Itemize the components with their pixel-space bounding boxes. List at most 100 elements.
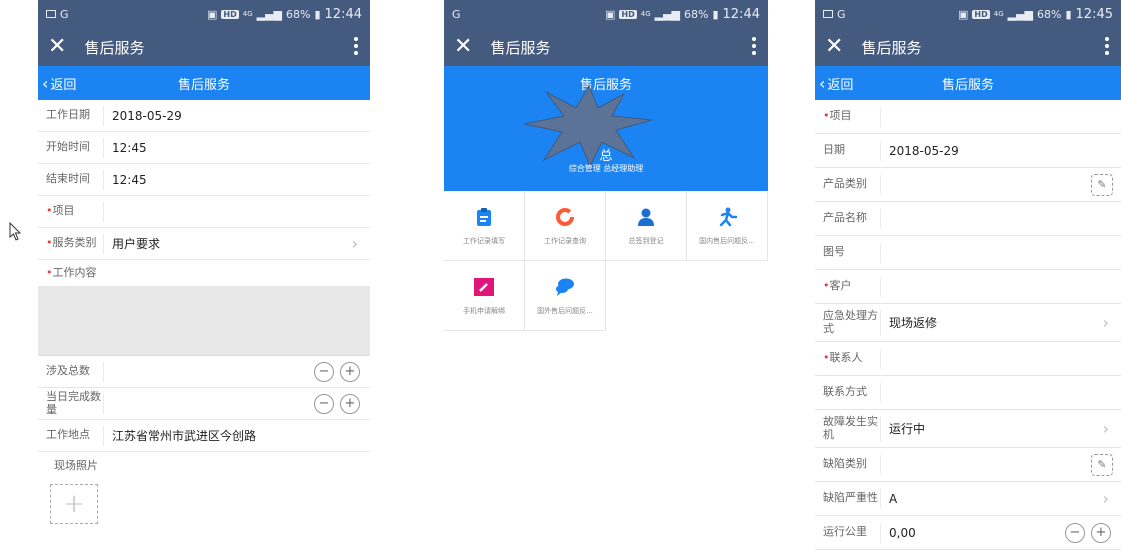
image-icon	[823, 10, 833, 18]
battery-level: 68%	[1037, 7, 1062, 21]
end-time-value: 12:45	[112, 172, 147, 187]
edit-icon	[473, 276, 495, 298]
image-icon	[46, 10, 56, 18]
app-title: 售后服务	[490, 38, 551, 57]
minus-button[interactable]: −	[314, 361, 334, 382]
plus-button[interactable]: +	[1091, 522, 1111, 543]
runner-icon	[716, 206, 738, 228]
total-count-row: 涉及总数 − +	[38, 356, 370, 388]
emergency-row[interactable]: 应急处理方式 现场返修 ›	[815, 304, 1121, 342]
tile-checkin[interactable]: 总签到登记	[606, 191, 687, 261]
drawing-no-row[interactable]: 图号	[815, 236, 1121, 270]
nav-title: 售后服务	[941, 77, 994, 93]
severity-row[interactable]: 缺陷严重性 A ›	[815, 482, 1121, 516]
user-role: 综合管理 总经理助理	[568, 164, 644, 173]
fault-time-row[interactable]: 故障发生实机 运行中 ›	[815, 410, 1121, 448]
status-bar: G ▣ HD 4G ▂▄▆ 68% ▮ 12:45	[815, 0, 1121, 28]
close-icon[interactable]: ✕	[48, 36, 66, 58]
hd-badge: HD	[972, 9, 990, 19]
chat-icon	[554, 276, 576, 298]
phone-home-menu: G ▣ HD 4G ▂▄▆ 68% ▮ 12:44 ✕ 售后服务 售后服务 总 …	[444, 0, 768, 560]
contact-method-label: 联系方式	[815, 382, 881, 403]
product-type-row[interactable]: 产品类别 ✎	[815, 168, 1121, 202]
product-name-row[interactable]: 产品名称	[815, 202, 1121, 236]
work-date-row[interactable]: 工作日期 2018-05-29	[38, 100, 370, 132]
clock: 12:44	[324, 6, 362, 22]
minus-button[interactable]: −	[314, 393, 334, 414]
battery-level: 68%	[286, 7, 311, 21]
severity-label: 缺陷严重性	[815, 488, 881, 509]
date-value: 2018-05-29	[889, 143, 959, 158]
chevron-right-icon: ›	[1102, 313, 1109, 332]
more-menu-icon[interactable]	[354, 37, 358, 58]
nav-bar: ‹ 返回 售后服务	[815, 66, 1121, 100]
mileage-label: 运行公里	[815, 522, 881, 543]
work-date-label: 工作日期	[38, 105, 104, 126]
phone-work-record-form: G ▣ HD 4G ▂▄▆ 68% ▮ 12:44 ✕ 售后服务 ‹ 返回 售后…	[38, 0, 370, 560]
more-menu-icon[interactable]	[1105, 37, 1109, 58]
minus-button[interactable]: −	[1065, 522, 1085, 543]
close-icon[interactable]: ✕	[454, 36, 472, 58]
tile-foreign-feedback[interactable]: 国外售后问题反...	[525, 261, 606, 331]
plus-button[interactable]: +	[340, 361, 360, 382]
add-photo-button[interactable]: +	[50, 484, 98, 524]
sync-icon: G	[452, 7, 461, 21]
total-count-stepper: − +	[314, 361, 360, 382]
tile-label: 国内售后问题反...	[699, 236, 755, 245]
sync-icon: G	[837, 7, 846, 21]
start-time-row[interactable]: 开始时间 12:45	[38, 132, 370, 164]
user-name: 总	[599, 149, 613, 164]
plus-button[interactable]: +	[340, 393, 360, 414]
status-bar: G ▣ HD 4G ▂▄▆ 68% ▮ 12:44	[38, 0, 370, 28]
contact-label: 联系人	[829, 351, 863, 365]
mileage-value[interactable]: 0,00	[881, 526, 916, 540]
service-type-row[interactable]: • 服务类别 用户要求 ›	[38, 228, 370, 260]
battery-icon: ▮	[712, 7, 719, 21]
pencil-icon[interactable]: ✎	[1091, 453, 1113, 476]
fault-time-label: 故障发生实机	[815, 415, 881, 442]
fault-time-value: 运行中	[889, 422, 926, 436]
tile-domestic-feedback[interactable]: 国内售后问题反...	[687, 191, 768, 261]
vibrate-icon: ▣	[206, 7, 218, 21]
battery-level: 68%	[684, 7, 709, 21]
work-content-textarea[interactable]	[38, 286, 370, 356]
tile-label: 工作记录查询	[544, 236, 586, 245]
customer-row[interactable]: • 客户	[815, 270, 1121, 304]
tile-work-record-query[interactable]: 工作记录查询	[525, 191, 606, 261]
contact-method-row[interactable]: 联系方式	[815, 376, 1121, 410]
project-label: 项目	[829, 109, 852, 123]
defect-type-label: 缺陷类别	[815, 454, 881, 475]
end-time-row[interactable]: 结束时间 12:45	[38, 164, 370, 196]
person-icon	[635, 206, 657, 228]
total-count-label: 涉及总数	[38, 361, 104, 382]
hd-badge: HD	[619, 9, 637, 19]
app-title-bar: ✕ 售后服务	[444, 28, 768, 66]
start-time-label: 开始时间	[38, 137, 104, 158]
defect-type-row[interactable]: 缺陷类别 ✎	[815, 448, 1121, 482]
tile-work-record-fill[interactable]: 工作记录填写	[444, 191, 525, 261]
back-label: 返回	[827, 77, 854, 93]
hd-badge: HD	[221, 9, 239, 19]
emergency-label: 应急处理方式	[815, 309, 881, 336]
contact-row[interactable]: • 联系人	[815, 342, 1121, 376]
pencil-icon[interactable]: ✎	[1091, 173, 1113, 196]
tile-unbind-phone[interactable]: 手机申请解绑	[444, 261, 525, 331]
drawing-no-label: 图号	[815, 242, 881, 263]
app-title: 售后服务	[861, 38, 922, 57]
project-row[interactable]: • 项目	[38, 196, 370, 228]
back-button[interactable]: ‹ 返回	[42, 74, 76, 93]
date-row[interactable]: 日期 2018-05-29	[815, 134, 1121, 168]
battery-icon: ▮	[314, 7, 321, 21]
location-row[interactable]: 工作地点 江苏省常州市武进区今创路	[38, 420, 370, 452]
close-icon[interactable]: ✕	[825, 36, 843, 58]
severity-value: A	[889, 491, 898, 506]
location-value: 江苏省常州市武进区今创路	[112, 429, 257, 443]
back-button[interactable]: ‹ 返回	[819, 74, 853, 93]
phone-service-form: G ▣ HD 4G ▂▄▆ 68% ▮ 12:45 ✕ 售后服务 ‹ 返回 售后…	[815, 0, 1121, 560]
product-type-label: 产品类别	[815, 174, 881, 195]
more-menu-icon[interactable]	[752, 37, 756, 58]
project-row[interactable]: • 项目	[815, 100, 1121, 134]
profile-banner: 售后服务 总 综合管理 总经理助理	[444, 66, 768, 191]
signal-icon: ▂▄▆	[654, 7, 681, 21]
work-content-header: • 工作内容	[38, 260, 370, 284]
